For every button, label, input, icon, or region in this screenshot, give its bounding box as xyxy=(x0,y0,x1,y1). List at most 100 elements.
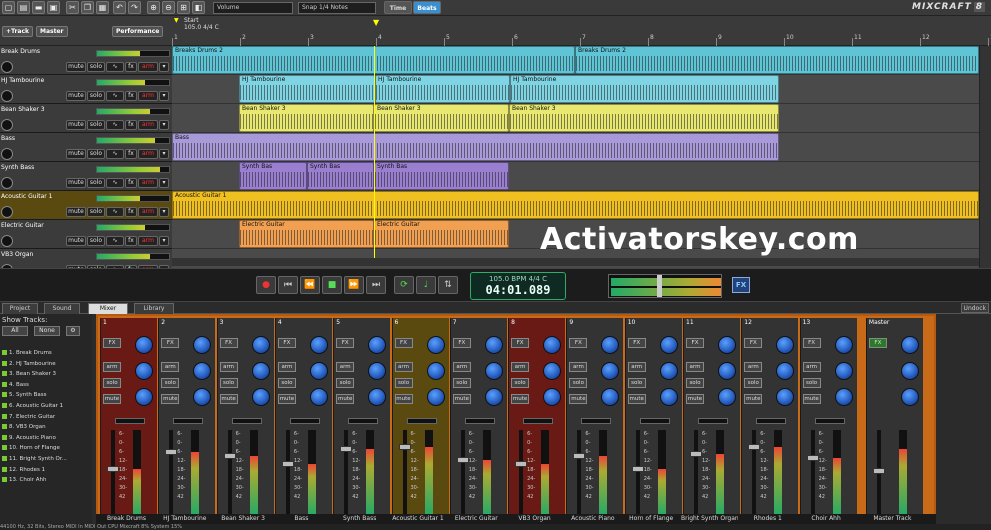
automation-icon[interactable]: ∿ xyxy=(106,178,124,188)
fx-button[interactable]: fx xyxy=(125,120,137,130)
show-track-item[interactable]: 8. VB3 Organ xyxy=(2,424,46,430)
audio-clip[interactable]: Electric Guitar xyxy=(239,220,374,248)
channel-fader-handle[interactable] xyxy=(748,444,761,451)
arm-button[interactable]: arm xyxy=(138,178,158,188)
channel-solo-button[interactable]: solo xyxy=(103,378,121,388)
channel-fader-handle[interactable] xyxy=(456,457,469,464)
channel-fx-button[interactable]: FX xyxy=(219,338,238,348)
eq-mid-knob[interactable] xyxy=(368,362,387,380)
eq-mid-knob[interactable] xyxy=(601,362,620,380)
audio-clip[interactable]: Synth Bas xyxy=(239,162,307,190)
channel-fader-track[interactable] xyxy=(635,430,640,516)
redo-icon[interactable]: ↷ xyxy=(128,1,141,14)
channel-arm-button[interactable]: arm xyxy=(686,362,704,372)
channel-pan-slider[interactable] xyxy=(639,418,670,424)
eq-mid-knob[interactable] xyxy=(193,362,212,380)
channel-fader-handle[interactable] xyxy=(806,454,819,461)
fx-button[interactable]: fx xyxy=(125,207,137,217)
start-marker-icon[interactable]: ▼ xyxy=(174,17,179,24)
channel-fader-track[interactable] xyxy=(227,430,232,516)
channel-arm-button[interactable]: arm xyxy=(219,362,238,372)
track-menu-chevron-icon[interactable]: ▾ xyxy=(159,91,169,101)
channel-fader-track[interactable] xyxy=(519,430,524,516)
volume-dropdown[interactable]: Volume xyxy=(213,2,293,14)
channel-arm-button[interactable]: arm xyxy=(103,362,121,372)
cut-icon[interactable]: ✂ xyxy=(66,1,79,14)
eq-low-knob[interactable] xyxy=(601,388,620,406)
channel-fader-handle[interactable] xyxy=(690,451,702,458)
channel-arm-button[interactable]: arm xyxy=(802,362,821,372)
channel-fx-button[interactable]: FX xyxy=(452,338,471,348)
eq-mid-knob[interactable] xyxy=(543,362,562,380)
audio-clip[interactable]: Bean Shaker 3 xyxy=(239,104,374,132)
show-track-item[interactable]: 5. Synth Bass xyxy=(2,392,47,398)
track-pan-knob[interactable] xyxy=(1,90,13,102)
track-visible-checkbox[interactable] xyxy=(2,445,7,451)
eq-low-knob[interactable] xyxy=(251,388,270,406)
eq-high-knob[interactable] xyxy=(309,336,328,354)
channel-pan-slider[interactable] xyxy=(464,418,495,424)
channel-arm-button[interactable]: arm xyxy=(161,362,180,372)
solo-button[interactable]: solo xyxy=(87,178,105,188)
track-lane[interactable]: Breaks Drums 2 Breaks Drums 2 xyxy=(172,46,979,75)
eq-mid-knob[interactable] xyxy=(484,362,503,380)
open-file-icon[interactable]: ▤ xyxy=(17,1,30,14)
audio-clip[interactable]: Bean Shaker 3 xyxy=(374,104,509,132)
master-eq-low-knob[interactable] xyxy=(900,388,919,406)
channel-fx-button[interactable]: FX xyxy=(161,338,180,348)
stop-icon[interactable]: ■ xyxy=(322,276,342,294)
track-lane[interactable]: Bass xyxy=(172,133,979,162)
channel-mute-button[interactable]: mute xyxy=(161,394,180,404)
show-track-item[interactable]: 1. Break Drums xyxy=(2,350,52,356)
channel-fader-handle[interactable] xyxy=(398,444,411,451)
channel-pan-slider[interactable] xyxy=(289,418,320,424)
show-track-item[interactable]: 7. Electric Guitar xyxy=(2,413,55,420)
time-mode-button[interactable]: Time xyxy=(384,1,412,14)
audio-clip[interactable]: HJ Tambourine xyxy=(239,75,375,103)
channel-fader-track[interactable] xyxy=(402,430,407,516)
track-lane[interactable]: HJ Tambourine HJ Tambourine HJ Tambourine xyxy=(172,75,979,104)
add-track-button[interactable]: +Track xyxy=(2,26,34,37)
eq-low-knob[interactable] xyxy=(135,388,153,406)
to-end-icon[interactable]: ⏭ xyxy=(366,276,386,294)
channel-pan-slider[interactable] xyxy=(523,418,554,424)
arm-button[interactable]: arm xyxy=(138,120,158,130)
track-volume-meter[interactable] xyxy=(96,79,170,86)
channel-mute-button[interactable]: mute xyxy=(103,394,121,404)
eq-high-knob[interactable] xyxy=(543,336,562,354)
track-pan-knob[interactable] xyxy=(1,206,13,218)
show-track-item[interactable]: 6. Acoustic Guitar 1 xyxy=(2,403,63,409)
solo-button[interactable]: solo xyxy=(87,120,105,130)
master-fader-handle[interactable] xyxy=(872,468,885,474)
channel-fader-handle[interactable] xyxy=(223,452,236,459)
save-icon[interactable]: ▣ xyxy=(47,1,60,14)
track-volume-meter[interactable] xyxy=(96,137,170,144)
track-header[interactable]: Bean Shaker 3 mute solo ∿ fx arm ▾ xyxy=(0,104,172,133)
eq-low-knob[interactable] xyxy=(368,388,387,406)
mute-button[interactable]: mute xyxy=(66,91,86,101)
track-pan-knob[interactable] xyxy=(1,61,13,73)
channel-pan-slider[interactable] xyxy=(814,418,845,424)
eq-low-knob[interactable] xyxy=(834,388,853,406)
eq-high-knob[interactable] xyxy=(659,336,678,354)
track-volume-meter[interactable] xyxy=(96,224,170,231)
undock-button[interactable]: Undock xyxy=(960,303,989,313)
track-header[interactable]: HJ Tambourine mute solo ∿ fx arm ▾ xyxy=(0,75,172,104)
track-volume-meter[interactable] xyxy=(96,253,170,260)
snap-dropdown[interactable]: Snap 1/4 Notes xyxy=(298,2,376,14)
channel-mute-button[interactable]: mute xyxy=(336,394,355,404)
track-visible-checkbox[interactable] xyxy=(2,360,7,366)
channel-fx-button[interactable]: FX xyxy=(511,338,530,348)
channel-mute-button[interactable]: mute xyxy=(569,394,588,404)
eq-high-knob[interactable] xyxy=(251,336,270,354)
track-header[interactable]: Break Drums mute solo ∿ fx arm ▾ xyxy=(0,46,172,75)
tab-library[interactable]: Library xyxy=(134,303,174,314)
eq-mid-knob[interactable] xyxy=(776,362,795,380)
eq-high-knob[interactable] xyxy=(776,336,795,354)
channel-pan-slider[interactable] xyxy=(581,418,612,424)
channel-solo-button[interactable]: solo xyxy=(569,378,588,388)
channel-solo-button[interactable]: solo xyxy=(686,378,704,388)
track-name[interactable]: Electric Guitar xyxy=(1,222,44,229)
track-visible-checkbox[interactable] xyxy=(2,371,7,377)
arm-button[interactable]: arm xyxy=(138,62,158,72)
